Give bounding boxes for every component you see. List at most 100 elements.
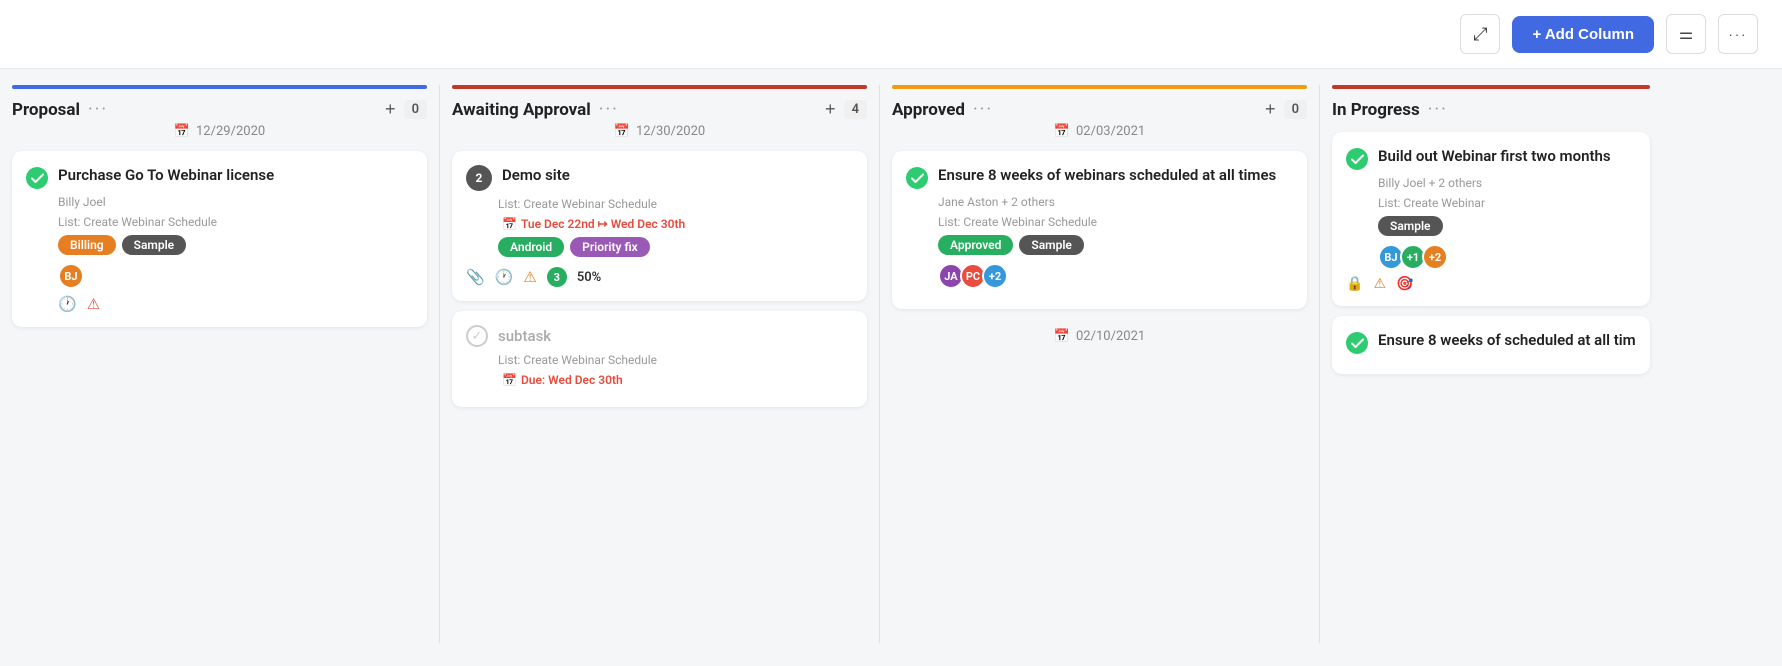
calendar-icon-2: 📅 <box>614 124 630 139</box>
inprogress-header: In Progress ··· <box>1332 99 1650 120</box>
toolbar: ⤢ + Add Column ⚌ ··· <box>0 0 1782 69</box>
paperclip-icon: 📎 <box>466 268 485 286</box>
proposal-title: Proposal <box>12 100 80 120</box>
tag-sample: Sample <box>122 235 187 255</box>
warning-orange-icon: ⚠ <box>523 268 536 286</box>
build-assignee: Billy Joel + 2 others <box>1346 176 1636 190</box>
card-ensure-partial[interactable]: Ensure 8 weeks of scheduled at all tim <box>1332 316 1650 374</box>
more-icon: ··· <box>1729 27 1748 42</box>
more-options-button[interactable]: ··· <box>1718 14 1758 54</box>
proposal-add-button[interactable]: + <box>385 99 396 120</box>
tag-sample-2: Sample <box>1019 235 1084 255</box>
card-demo-title-row: 2 Demo site <box>466 165 853 191</box>
inprogress-accent <box>1332 85 1650 89</box>
warn-icon: ⚠ <box>1373 276 1386 292</box>
awaiting-title: Awaiting Approval <box>452 100 591 120</box>
card-demo-title: Demo site <box>502 165 570 186</box>
subtask-title-row: ✓ subtask <box>466 325 853 347</box>
subtask-calendar-icon: 📅 <box>502 373 517 387</box>
ensure-assignee: Jane Aston + 2 others <box>906 195 1293 209</box>
filter-button[interactable]: ⚌ <box>1666 14 1706 54</box>
build-tag-row: Sample <box>1346 216 1636 236</box>
awaiting-date: 12/30/2020 <box>636 124 705 139</box>
badge-num: 2 <box>466 165 492 191</box>
ensure2-title-row: Ensure 8 weeks of scheduled at all tim <box>1346 330 1636 354</box>
ensure-card-title: Ensure 8 weeks of webinars scheduled at … <box>938 165 1276 186</box>
awaiting-add-button[interactable]: + <box>825 99 836 120</box>
lock-icon: 🔒 <box>1346 276 1363 292</box>
approved-date: 02/03/2021 <box>1076 124 1145 139</box>
demo-date-range: 📅 Tue Dec 22nd ↦ Wed Dec 30th <box>466 217 853 231</box>
awaiting-menu[interactable]: ··· <box>599 99 619 120</box>
proposal-header: Proposal ··· + 0 <box>12 99 427 120</box>
card-title: Purchase Go To Webinar license <box>58 165 274 186</box>
avatar-billy: BJ <box>58 263 84 289</box>
card-subtask[interactable]: ✓ subtask List: Create Webinar Schedule … <box>452 311 867 407</box>
tag-priority: Priority fix <box>570 237 650 257</box>
approved-menu[interactable]: ··· <box>973 99 993 120</box>
approved-header: Approved ··· + 0 <box>892 99 1307 120</box>
subtask-check-icon: ✓ <box>466 325 488 347</box>
approved-add-button[interactable]: + <box>1265 99 1276 120</box>
inprogress-menu[interactable]: ··· <box>1428 99 1448 120</box>
inprogress-title: In Progress <box>1332 100 1420 120</box>
card-build-webinar[interactable]: Build out Webinar first two months Billy… <box>1332 132 1650 306</box>
subtask-due: 📅 Due: Wed Dec 30th <box>466 373 853 387</box>
build-card-title: Build out Webinar first two months <box>1378 146 1611 167</box>
ensure-list: List: Create Webinar Schedule <box>906 215 1293 229</box>
clock-icon-2: 🕐 <box>495 268 514 286</box>
approved-title: Approved <box>892 100 965 120</box>
demo-tag-row: Android Priority fix <box>466 237 853 257</box>
card-purchase-webinar[interactable]: Purchase Go To Webinar license Billy Joe… <box>12 151 427 327</box>
approved-date-2: 02/10/2021 <box>1076 329 1145 344</box>
card-assignee: Billy Joel <box>26 195 413 209</box>
subtask-list: List: Create Webinar Schedule <box>466 353 853 367</box>
ensure2-check-icon <box>1346 332 1368 354</box>
avatar-3: +2 <box>982 263 1008 289</box>
tag-row: Billing Sample <box>26 235 413 255</box>
build-check-icon <box>1346 148 1368 170</box>
card-ensure-webinars[interactable]: Ensure 8 weeks of webinars scheduled at … <box>892 151 1307 309</box>
check-icon <box>26 167 48 189</box>
build-list: List: Create Webinar <box>1346 196 1636 210</box>
filter-icon: ⚌ <box>1679 24 1693 44</box>
build-avatar-3: +2 <box>1422 244 1448 270</box>
build-footer: 🔒 ⚠ 🎯 <box>1346 276 1636 292</box>
warning-red-icon: ⚠ <box>87 295 100 313</box>
card-demo-site[interactable]: 2 Demo site List: Create Webinar Schedul… <box>452 151 867 301</box>
awaiting-header: Awaiting Approval ··· + 4 <box>452 99 867 120</box>
card-demo-list: List: Create Webinar Schedule <box>466 197 853 211</box>
clock-icon: 🕐 <box>58 295 77 313</box>
board: Proposal ··· + 0 📅 12/29/2020 Purchase G… <box>0 69 1782 659</box>
approved-date2-row: 📅 02/10/2021 <box>892 329 1307 344</box>
column-in-progress: In Progress ··· Build out Webinar first … <box>1320 85 1662 643</box>
ensure-avatars: JA PC +2 <box>906 263 1293 289</box>
build-title-row: Build out Webinar first two months <box>1346 146 1636 170</box>
tag-approved: Approved <box>938 235 1013 255</box>
proposal-menu[interactable]: ··· <box>88 99 108 120</box>
build-avatars: BJ +1 +2 <box>1346 244 1636 270</box>
calendar-icon: 📅 <box>174 124 190 139</box>
tag-android: Android <box>498 237 564 257</box>
card-title-row: Purchase Go To Webinar license <box>26 165 413 189</box>
proposal-accent <box>12 85 427 89</box>
column-approved: Approved ··· + 0 📅 02/03/2021 Ensure 8 w… <box>880 85 1320 643</box>
column-proposal: Proposal ··· + 0 📅 12/29/2020 Purchase G… <box>0 85 440 643</box>
approved-date-row: 📅 02/03/2021 <box>892 124 1307 139</box>
calendar-icon-3: 📅 <box>1054 124 1070 139</box>
calendar-icon-4: 📅 <box>1054 329 1070 344</box>
tag-billing: Billing <box>58 235 116 255</box>
proposal-date-row: 📅 12/29/2020 <box>12 124 427 139</box>
calendar-red-icon: 📅 <box>502 217 517 231</box>
approved-count: 0 <box>1284 100 1307 119</box>
target-icon: 🎯 <box>1396 276 1413 292</box>
fullscreen-button[interactable]: ⤢ <box>1460 14 1500 54</box>
add-column-button[interactable]: + Add Column <box>1512 16 1654 53</box>
awaiting-count: 4 <box>844 100 867 119</box>
awaiting-date-row: 📅 12/30/2020 <box>452 124 867 139</box>
proposal-count: 0 <box>404 100 427 119</box>
card-list: List: Create Webinar Schedule <box>26 215 413 229</box>
tag-sample-3: Sample <box>1378 216 1443 236</box>
ensure-title-row: Ensure 8 weeks of webinars scheduled at … <box>906 165 1293 189</box>
demo-footer: 📎 🕐 ⚠ 3 50% <box>466 267 853 287</box>
